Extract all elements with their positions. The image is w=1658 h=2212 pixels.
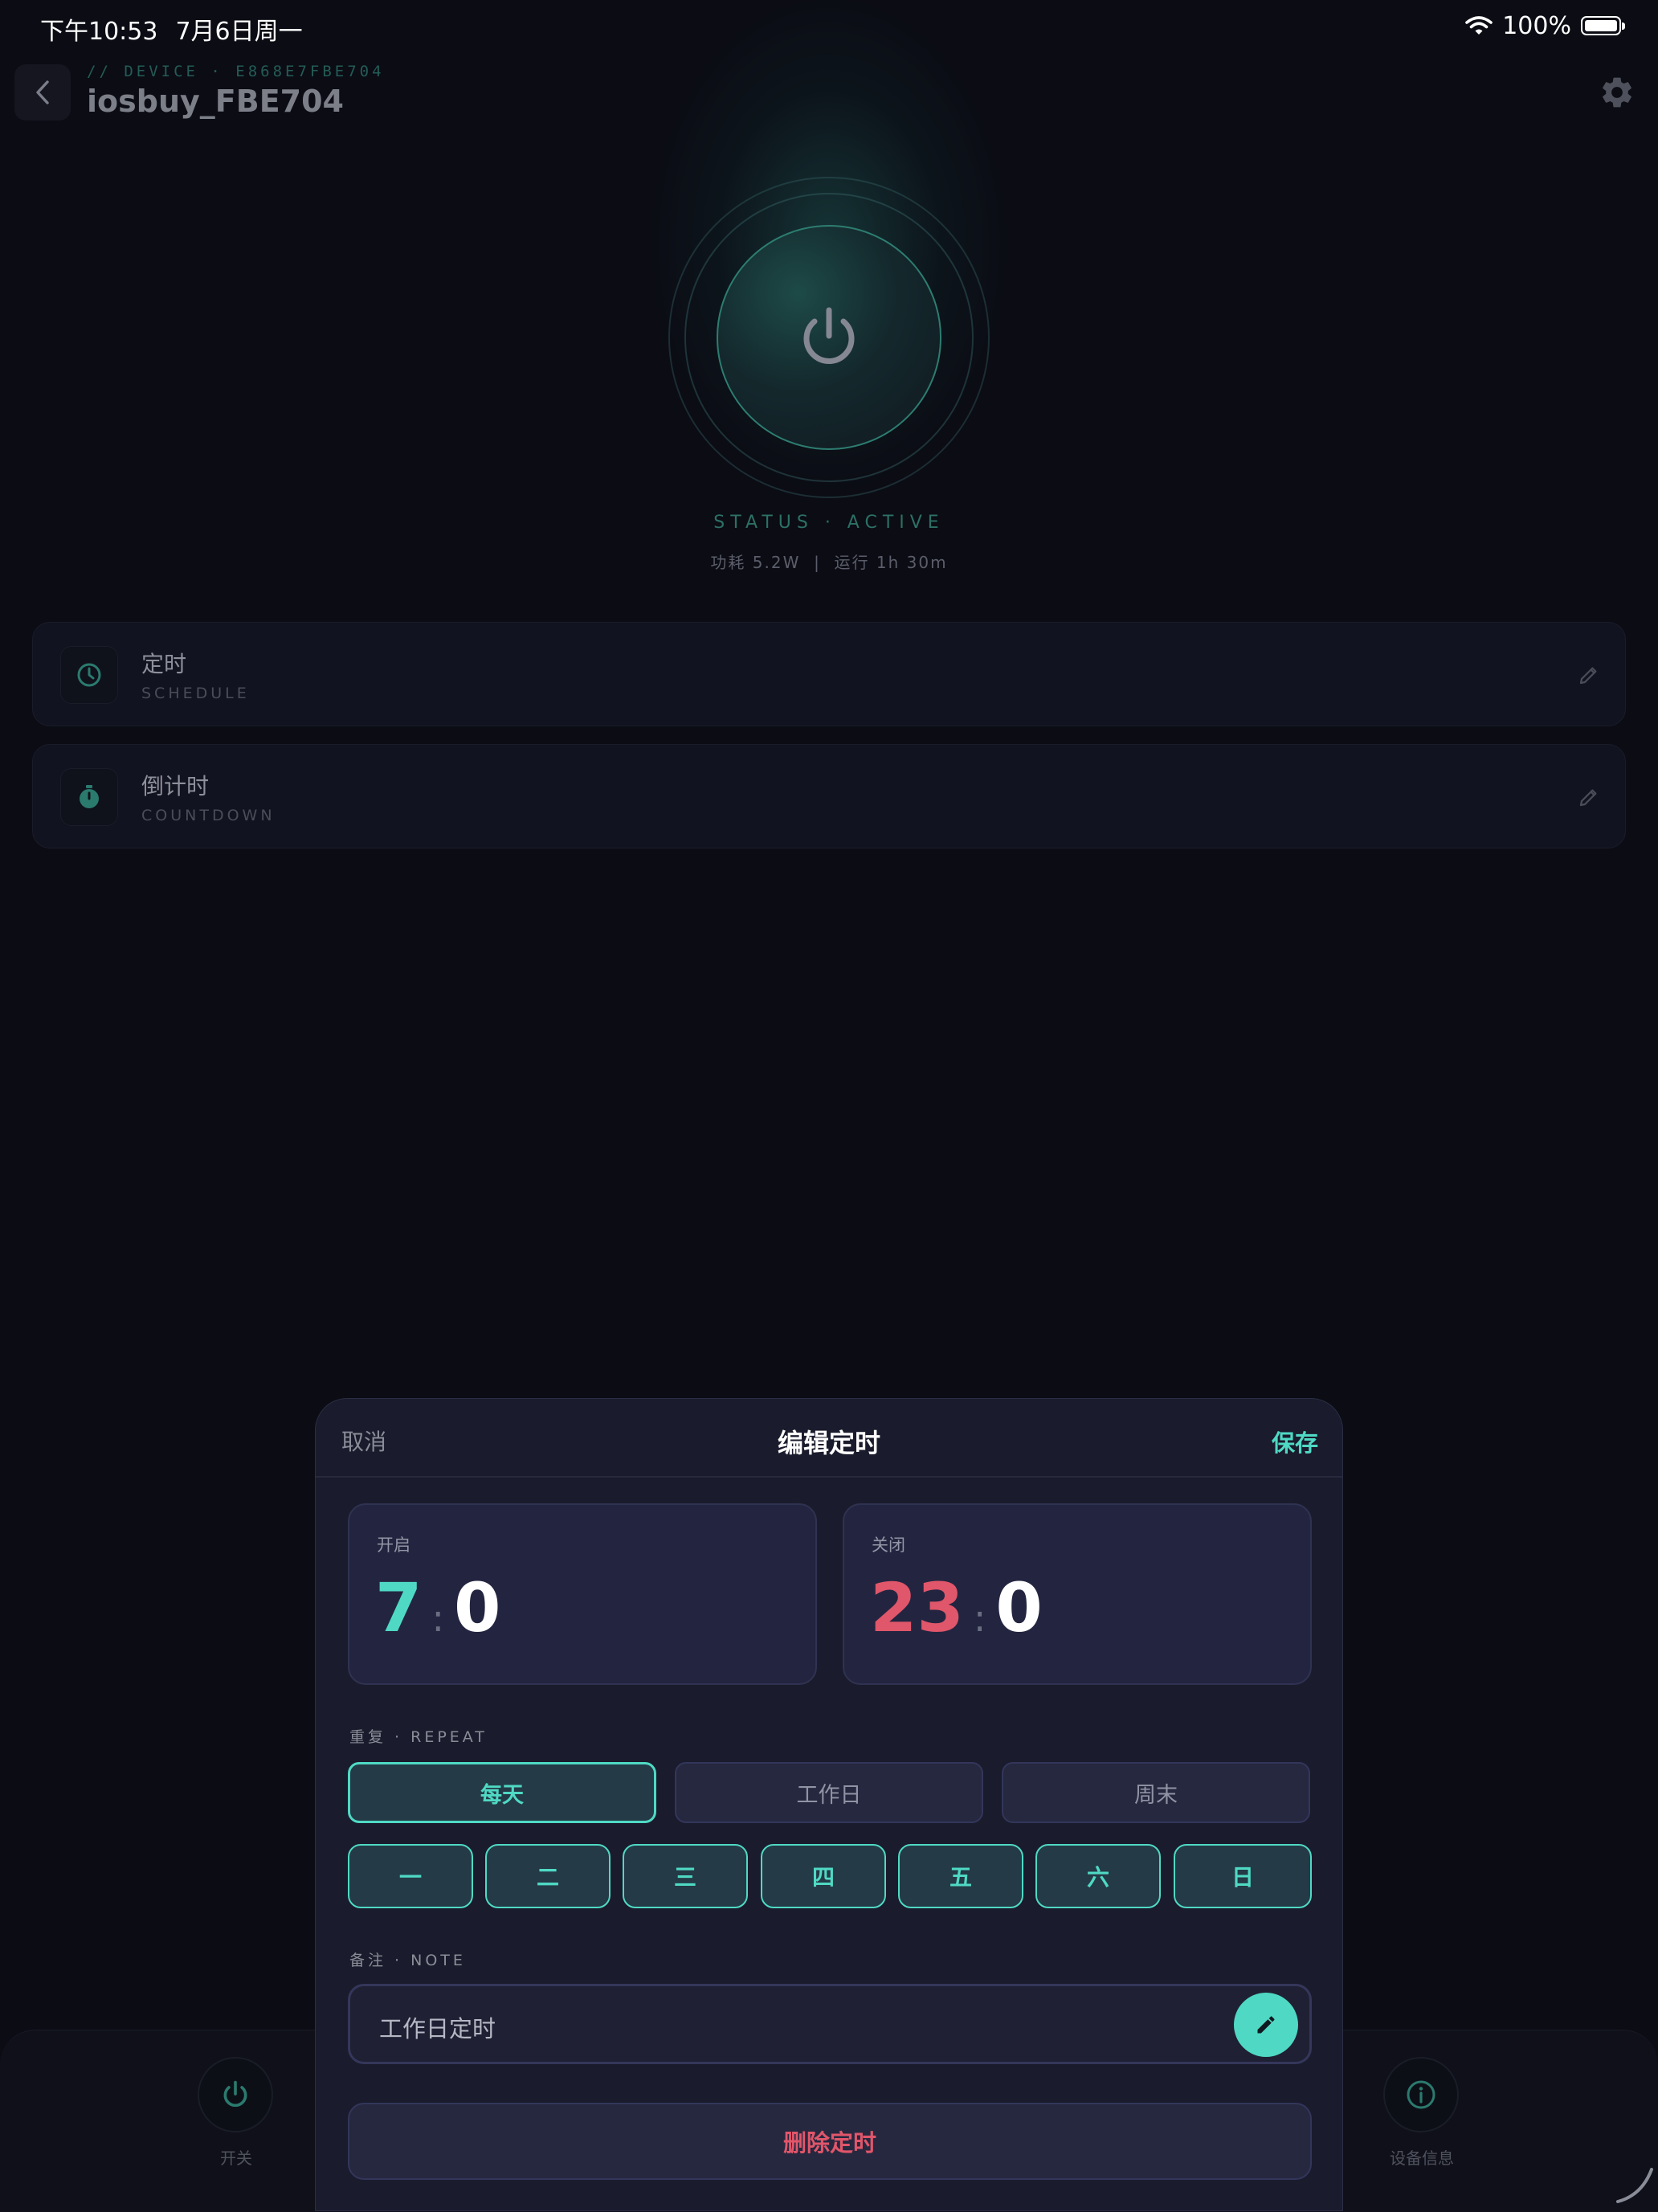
save-button[interactable]: 保存: [1272, 1425, 1318, 1458]
repeat-label: 重复 · REPEAT: [349, 1728, 488, 1746]
power-icon: [223, 2080, 247, 2108]
tab-power-label: 开关: [220, 2149, 252, 2168]
off-minute[interactable]: 0: [995, 1574, 1042, 1642]
schedule-subtitle: SCHEDULE: [141, 685, 250, 702]
note-edit-button[interactable]: [1234, 1993, 1298, 2057]
day-thursday[interactable]: 四: [761, 1844, 886, 1908]
delete-schedule-button[interactable]: 删除定时: [348, 2103, 1312, 2180]
stopwatch-icon: [80, 785, 99, 808]
power-stats: 功耗 5.2W | 运行 1h 30m: [710, 553, 948, 572]
pencil-icon[interactable]: [1577, 785, 1601, 809]
schedule-title: 定时: [141, 651, 187, 677]
status-bar-right: 100%: [1465, 11, 1625, 40]
sheet-header: 取消 编辑定时 保存: [316, 1399, 1342, 1478]
on-time-label: 开启: [377, 1535, 410, 1555]
battery-icon: [1581, 16, 1625, 35]
off-time-value: 23 : 0: [870, 1574, 1043, 1642]
day-sunday[interactable]: 日: [1174, 1844, 1312, 1908]
day-monday[interactable]: 一: [348, 1844, 473, 1908]
gear-icon: [1603, 77, 1631, 108]
time-separator: :: [431, 1597, 444, 1640]
countdown-card[interactable]: 倒计时 COUNTDOWN: [32, 744, 1626, 848]
power-icon: [803, 307, 855, 364]
resize-indicator-icon: [1616, 2168, 1653, 2203]
stopwatch-icon-wrap: [60, 768, 118, 826]
battery-percent: 100%: [1502, 11, 1571, 40]
off-hour[interactable]: 23: [870, 1574, 964, 1642]
preset-workdays[interactable]: 工作日: [675, 1762, 983, 1823]
status-date: 7月6日周一: [175, 18, 303, 46]
wifi-icon: [1465, 16, 1493, 35]
day-saturday[interactable]: 六: [1035, 1844, 1161, 1908]
pencil-icon[interactable]: [1577, 663, 1601, 687]
device-name: iosbuy_FBE704: [87, 84, 344, 119]
tab-device-info-label: 设备信息: [1390, 2149, 1454, 2168]
power-button[interactable]: [717, 225, 941, 450]
on-time-picker[interactable]: 开启 7 : 0: [348, 1503, 817, 1685]
schedule-card[interactable]: 定时 SCHEDULE: [32, 622, 1626, 726]
clock-icon-wrap: [60, 646, 118, 704]
day-wednesday[interactable]: 三: [623, 1844, 748, 1908]
pencil-icon: [1257, 2016, 1275, 2034]
info-icon: [1407, 2080, 1435, 2109]
status-bar-datetime: 下午10:53 7月6日周一: [40, 11, 321, 47]
clock-icon: [77, 663, 101, 687]
edit-schedule-sheet: 取消 编辑定时 保存 开启 7 : 0 关闭 23 : 0 重复 · REPEA…: [315, 1398, 1343, 2211]
on-time-value: 7 : 0: [375, 1574, 500, 1642]
on-minute[interactable]: 0: [454, 1574, 500, 1642]
status-text: STATUS · ACTIVE: [713, 513, 945, 533]
countdown-subtitle: COUNTDOWN: [141, 807, 276, 824]
time-separator: :: [973, 1597, 986, 1640]
tab-device-info[interactable]: [1383, 2057, 1459, 2132]
cancel-button[interactable]: 取消: [341, 1425, 386, 1457]
settings-button[interactable]: [1599, 74, 1636, 111]
off-time-picker[interactable]: 关闭 23 : 0: [843, 1503, 1312, 1685]
device-id: // DEVICE · E868E7FBE704: [87, 63, 385, 80]
note-field[interactable]: 工作日定时: [348, 1984, 1312, 2064]
status-bar: 下午10:53 7月6日周一 100%: [0, 0, 1658, 51]
day-tuesday[interactable]: 二: [485, 1844, 611, 1908]
day-friday[interactable]: 五: [898, 1844, 1023, 1908]
tab-power[interactable]: [198, 2057, 273, 2132]
off-time-label: 关闭: [872, 1535, 905, 1555]
chevron-left-icon: [36, 80, 49, 104]
status-time: 下午10:53: [40, 18, 158, 46]
on-hour[interactable]: 7: [375, 1574, 422, 1642]
note-value: 工作日定时: [379, 2015, 496, 2042]
preset-weekend[interactable]: 周末: [1002, 1762, 1310, 1823]
note-label: 备注 · NOTE: [349, 1952, 466, 1969]
preset-everyday[interactable]: 每天: [348, 1762, 656, 1823]
countdown-title: 倒计时: [141, 773, 210, 799]
sheet-title: 编辑定时: [777, 1428, 880, 1458]
back-button[interactable]: [14, 64, 71, 121]
